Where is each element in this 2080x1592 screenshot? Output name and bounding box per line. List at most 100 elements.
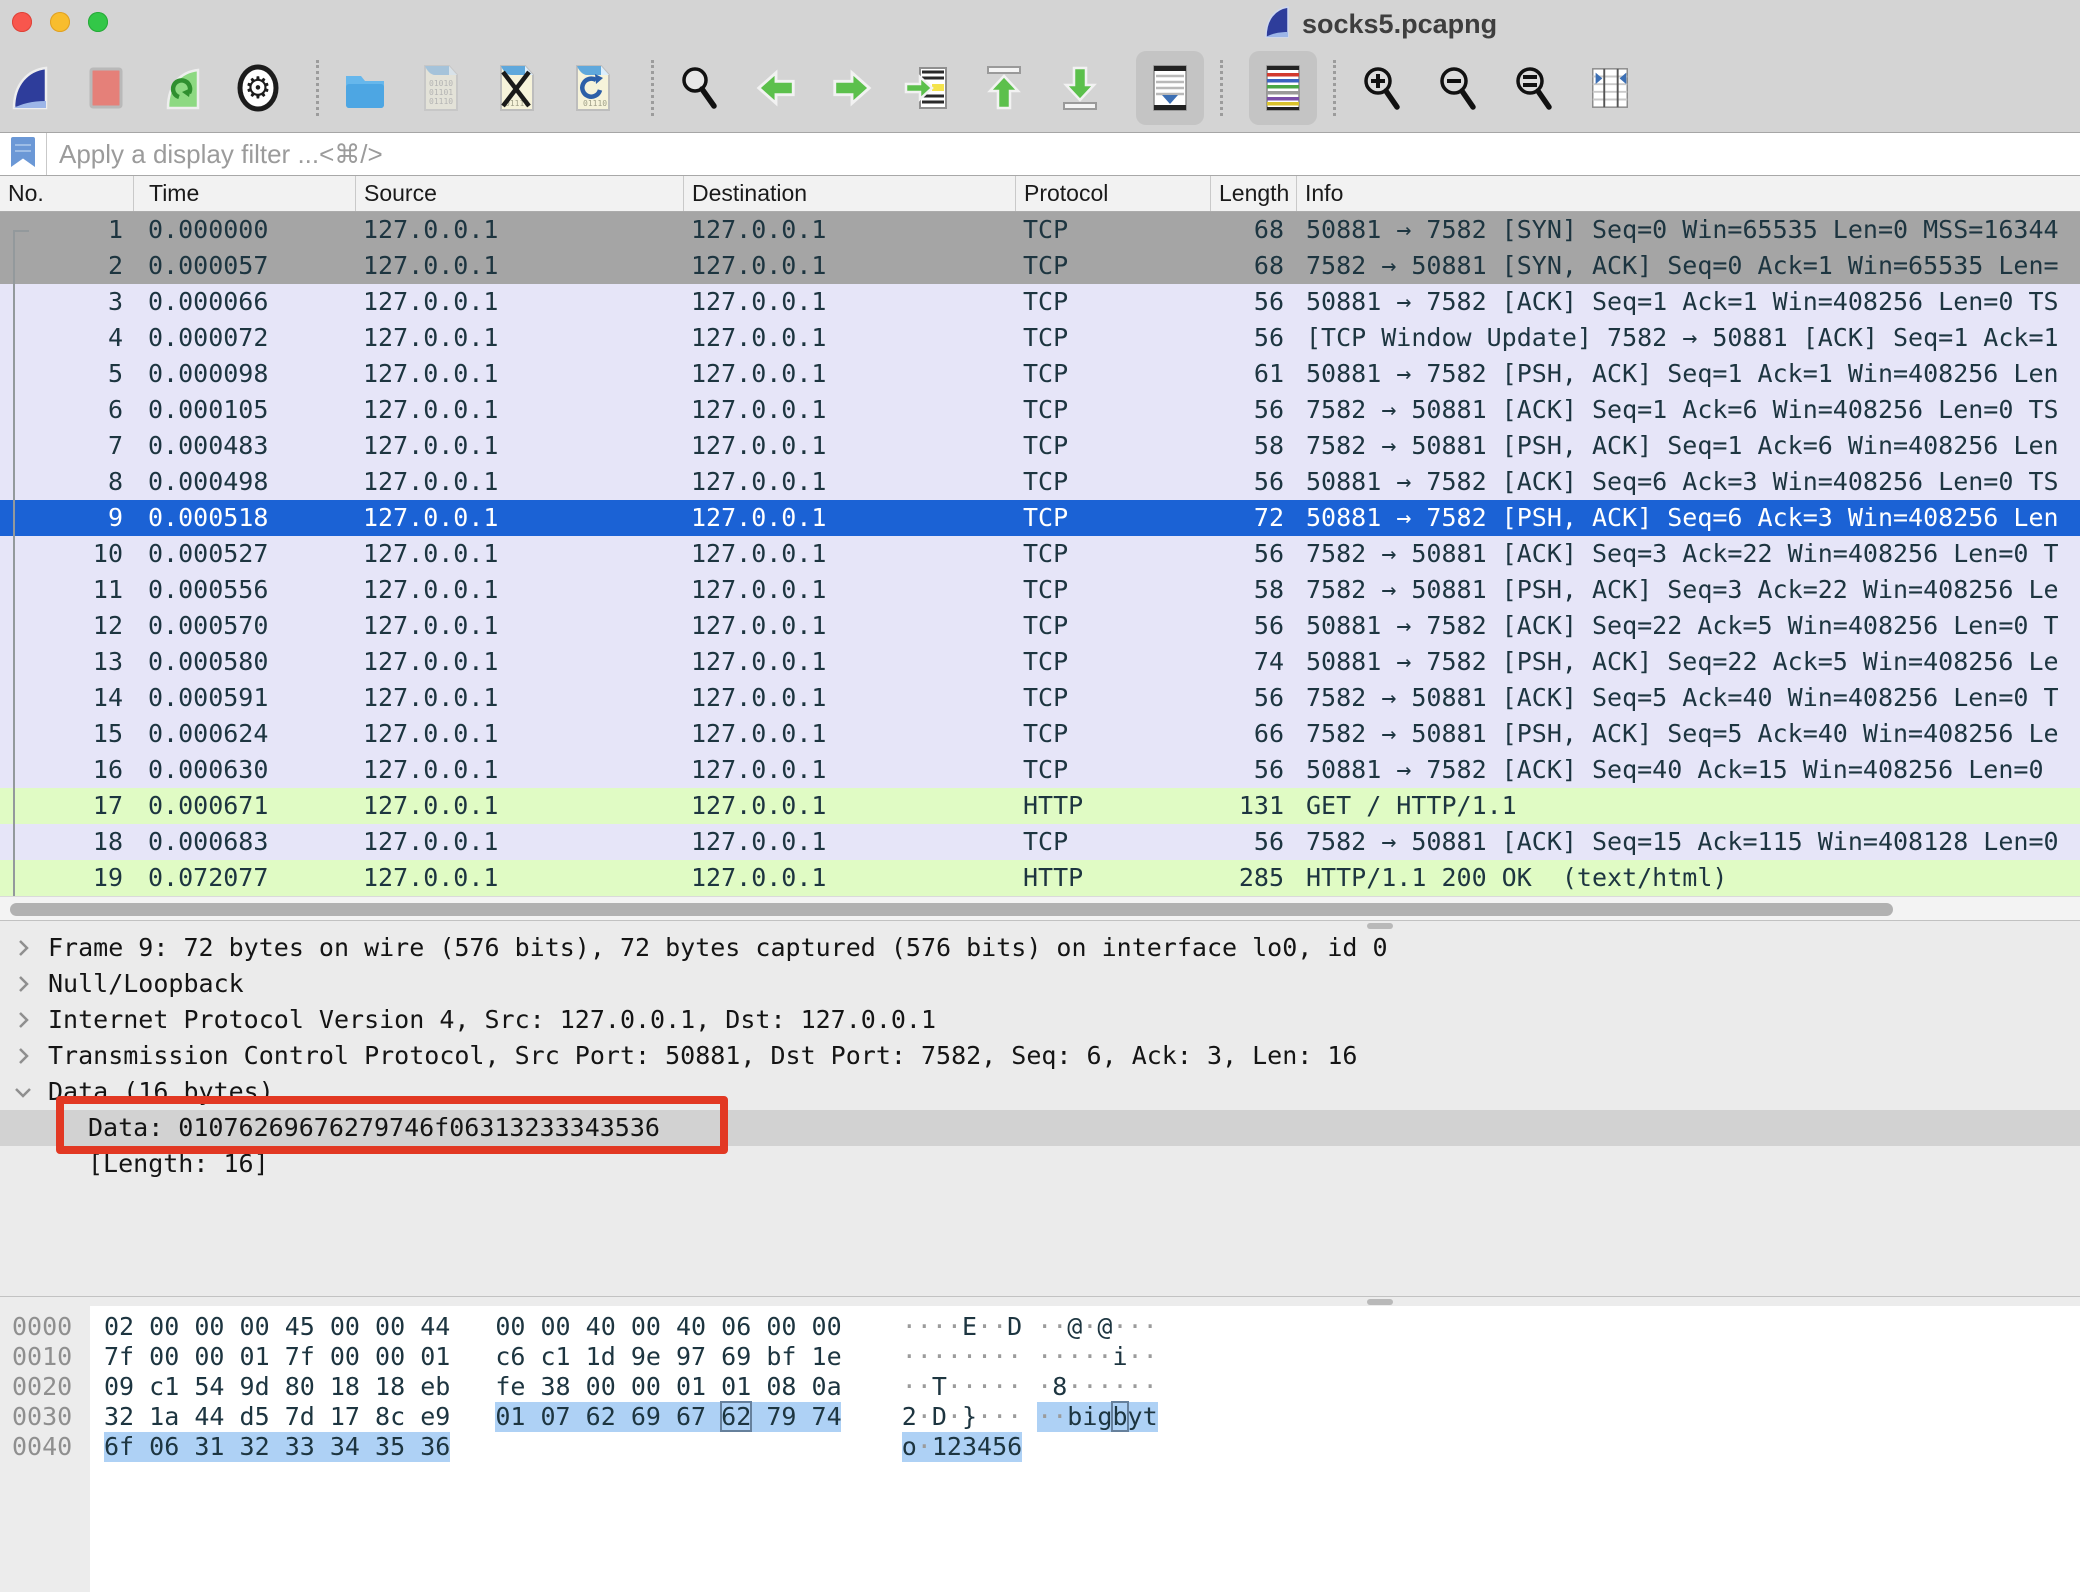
packet-row[interactable]: 170.000671127.0.0.1127.0.0.1HTTP131GET /… bbox=[0, 788, 2080, 824]
packet-cell-time: 0.000105 bbox=[133, 392, 355, 428]
column-header-length[interactable]: Length bbox=[1210, 176, 1296, 211]
packet-row[interactable]: 90.000518127.0.0.1127.0.0.1TCP7250881 → … bbox=[0, 500, 2080, 536]
packet-cell-info: 7582 → 50881 [ACK] Seq=15 Ack=115 Win=40… bbox=[1296, 824, 2080, 860]
packet-row[interactable]: 20.000057127.0.0.1127.0.0.1TCP687582 → 5… bbox=[0, 248, 2080, 284]
display-filter-input[interactable] bbox=[47, 133, 2080, 175]
packet-cell-info: 50881 → 7582 [PSH, ACK] Seq=22 Ack=5 Win… bbox=[1296, 644, 2080, 680]
splitter-handle[interactable] bbox=[1367, 1299, 1393, 1305]
zoom-original-icon[interactable] bbox=[1508, 56, 1560, 120]
packet-row[interactable]: 60.000105127.0.0.1127.0.0.1TCP567582 → 5… bbox=[0, 392, 2080, 428]
column-header-no[interactable]: No. bbox=[0, 176, 133, 211]
detail-row[interactable]: Internet Protocol Version 4, Src: 127.0.… bbox=[0, 1002, 2080, 1038]
chevron-down-icon[interactable] bbox=[12, 1081, 34, 1103]
packet-cell-destination: 127.0.0.1 bbox=[683, 320, 1015, 356]
chevron-right-icon[interactable] bbox=[12, 1045, 34, 1067]
packet-row[interactable]: 190.072077127.0.0.1127.0.0.1HTTP285HTTP/… bbox=[0, 860, 2080, 896]
close-window-button[interactable] bbox=[12, 12, 32, 32]
go-to-packet-icon[interactable] bbox=[902, 56, 954, 120]
packet-cell-protocol: TCP bbox=[1015, 608, 1210, 644]
packet-cell-length: 56 bbox=[1210, 320, 1296, 356]
packet-row[interactable]: 110.000556127.0.0.1127.0.0.1TCP587582 → … bbox=[0, 572, 2080, 608]
packet-cell-info: 7582 → 50881 [PSH, ACK] Seq=5 Ack=40 Win… bbox=[1296, 716, 2080, 752]
pane-splitter[interactable] bbox=[0, 920, 2080, 930]
detail-row[interactable]: Null/Loopback bbox=[0, 966, 2080, 1002]
zoom-window-button[interactable] bbox=[88, 12, 108, 32]
packet-row[interactable]: 140.000591127.0.0.1127.0.0.1TCP567582 → … bbox=[0, 680, 2080, 716]
packet-cell-time: 0.000671 bbox=[133, 788, 355, 824]
chevron-right-icon[interactable] bbox=[12, 1009, 34, 1031]
packet-row[interactable]: 40.000072127.0.0.1127.0.0.1TCP56[TCP Win… bbox=[0, 320, 2080, 356]
go-first-packet-icon[interactable] bbox=[978, 56, 1030, 120]
packet-cell-info: 7582 → 50881 [SYN, ACK] Seq=0 Ack=1 Win=… bbox=[1296, 248, 2080, 284]
packet-cell-destination: 127.0.0.1 bbox=[683, 572, 1015, 608]
wireshark-fin-icon[interactable] bbox=[4, 56, 56, 120]
column-header-destination[interactable]: Destination bbox=[683, 176, 1015, 211]
go-last-packet-icon[interactable] bbox=[1054, 56, 1106, 120]
go-forward-icon[interactable] bbox=[826, 56, 878, 120]
detail-text: [Length: 16] bbox=[0, 1149, 269, 1178]
packet-cell-destination: 127.0.0.1 bbox=[683, 788, 1015, 824]
reload-file-icon[interactable]: 01110 bbox=[567, 56, 619, 120]
hex-row[interactable]: 000002 00 00 00 45 00 00 4400 00 40 00 4… bbox=[0, 1312, 2080, 1342]
detail-row[interactable]: Frame 9: 72 bytes on wire (576 bits), 72… bbox=[0, 930, 2080, 966]
zoom-in-icon[interactable] bbox=[1356, 56, 1408, 120]
column-header-source[interactable]: Source bbox=[355, 176, 683, 211]
packet-cell-source: 127.0.0.1 bbox=[355, 428, 683, 464]
packet-cell-time: 0.000683 bbox=[133, 824, 355, 860]
close-file-icon[interactable]: 01110 bbox=[491, 56, 543, 120]
go-back-icon[interactable] bbox=[750, 56, 802, 120]
packet-row[interactable]: 50.000098127.0.0.1127.0.0.1TCP6150881 → … bbox=[0, 356, 2080, 392]
pane-splitter[interactable] bbox=[0, 1296, 2080, 1306]
hex-row[interactable]: 00107f 00 00 01 7f 00 00 01c6 c1 1d 9e 9… bbox=[0, 1342, 2080, 1372]
packet-row[interactable]: 80.000498127.0.0.1127.0.0.1TCP5650881 → … bbox=[0, 464, 2080, 500]
auto-scroll-toggle[interactable] bbox=[1136, 51, 1204, 125]
hscrollbar-thumb[interactable] bbox=[10, 903, 1893, 916]
packet-row[interactable]: 180.000683127.0.0.1127.0.0.1TCP567582 → … bbox=[0, 824, 2080, 860]
minimize-window-button[interactable] bbox=[50, 12, 70, 32]
packet-row[interactable]: 150.000624127.0.0.1127.0.0.1TCP667582 → … bbox=[0, 716, 2080, 752]
packet-cell-source: 127.0.0.1 bbox=[355, 824, 683, 860]
packet-list-header: No. Time Source Destination Protocol Len… bbox=[0, 176, 2080, 212]
detail-row[interactable]: Data: 01076269676279746f06313233343536 bbox=[0, 1110, 2080, 1146]
stop-capture-icon[interactable] bbox=[80, 56, 132, 120]
chevron-right-icon[interactable] bbox=[12, 937, 34, 959]
column-header-time[interactable]: Time bbox=[133, 176, 355, 211]
detail-row[interactable]: [Length: 16] bbox=[0, 1146, 2080, 1182]
packet-cell-protocol: TCP bbox=[1015, 536, 1210, 572]
hex-row[interactable]: 00406f 06 31 32 33 34 35 36o·123456 bbox=[0, 1432, 2080, 1462]
column-header-protocol[interactable]: Protocol bbox=[1015, 176, 1210, 211]
packet-row[interactable]: 120.000570127.0.0.1127.0.0.1TCP5650881 →… bbox=[0, 608, 2080, 644]
colorize-toggle[interactable] bbox=[1249, 51, 1317, 125]
save-file-icon[interactable]: 010100110101110 bbox=[415, 56, 467, 120]
splitter-handle[interactable] bbox=[1367, 923, 1393, 929]
packet-cell-no: 4 bbox=[0, 320, 133, 356]
zoom-out-icon[interactable] bbox=[1432, 56, 1484, 120]
packet-row[interactable]: 130.000580127.0.0.1127.0.0.1TCP7450881 →… bbox=[0, 644, 2080, 680]
packet-list-hscrollbar[interactable] bbox=[0, 896, 2080, 922]
capture-options-gear-icon[interactable]: ⚙ bbox=[232, 56, 284, 120]
packet-row[interactable]: 100.000527127.0.0.1127.0.0.1TCP567582 → … bbox=[0, 536, 2080, 572]
packet-cell-info: 7582 → 50881 [ACK] Seq=3 Ack=22 Win=4082… bbox=[1296, 536, 2080, 572]
packet-row[interactable]: 160.000630127.0.0.1127.0.0.1TCP5650881 →… bbox=[0, 752, 2080, 788]
find-packet-icon[interactable] bbox=[674, 56, 726, 120]
packet-details-pane: Frame 9: 72 bytes on wire (576 bits), 72… bbox=[0, 930, 2080, 1296]
packet-cell-info: 7582 → 50881 [PSH, ACK] Seq=1 Ack=6 Win=… bbox=[1296, 428, 2080, 464]
packet-cell-time: 0.000057 bbox=[133, 248, 355, 284]
packet-cell-no: 16 bbox=[0, 752, 133, 788]
chevron-right-icon[interactable] bbox=[12, 973, 34, 995]
detail-row[interactable]: Data (16 bytes) bbox=[0, 1074, 2080, 1110]
packet-row[interactable]: 70.000483127.0.0.1127.0.0.1TCP587582 → 5… bbox=[0, 428, 2080, 464]
resize-columns-icon[interactable] bbox=[1584, 56, 1636, 120]
packet-row[interactable]: 10.000000127.0.0.1127.0.0.1TCP6850881 → … bbox=[0, 212, 2080, 248]
packet-cell-source: 127.0.0.1 bbox=[355, 752, 683, 788]
packet-row[interactable]: 30.000066127.0.0.1127.0.0.1TCP5650881 → … bbox=[0, 284, 2080, 320]
column-header-info[interactable]: Info bbox=[1296, 176, 2080, 211]
restart-capture-icon[interactable] bbox=[156, 56, 208, 120]
hex-row[interactable]: 003032 1a 44 d5 7d 17 8c e901 07 62 69 6… bbox=[0, 1402, 2080, 1432]
packet-cell-source: 127.0.0.1 bbox=[355, 392, 683, 428]
detail-row[interactable]: Transmission Control Protocol, Src Port:… bbox=[0, 1038, 2080, 1074]
filter-bookmark-button[interactable] bbox=[0, 133, 47, 175]
hex-row[interactable]: 002009 c1 54 9d 80 18 18 ebfe 38 00 00 0… bbox=[0, 1372, 2080, 1402]
open-file-folder-icon[interactable] bbox=[339, 56, 391, 120]
packet-cell-length: 68 bbox=[1210, 248, 1296, 284]
